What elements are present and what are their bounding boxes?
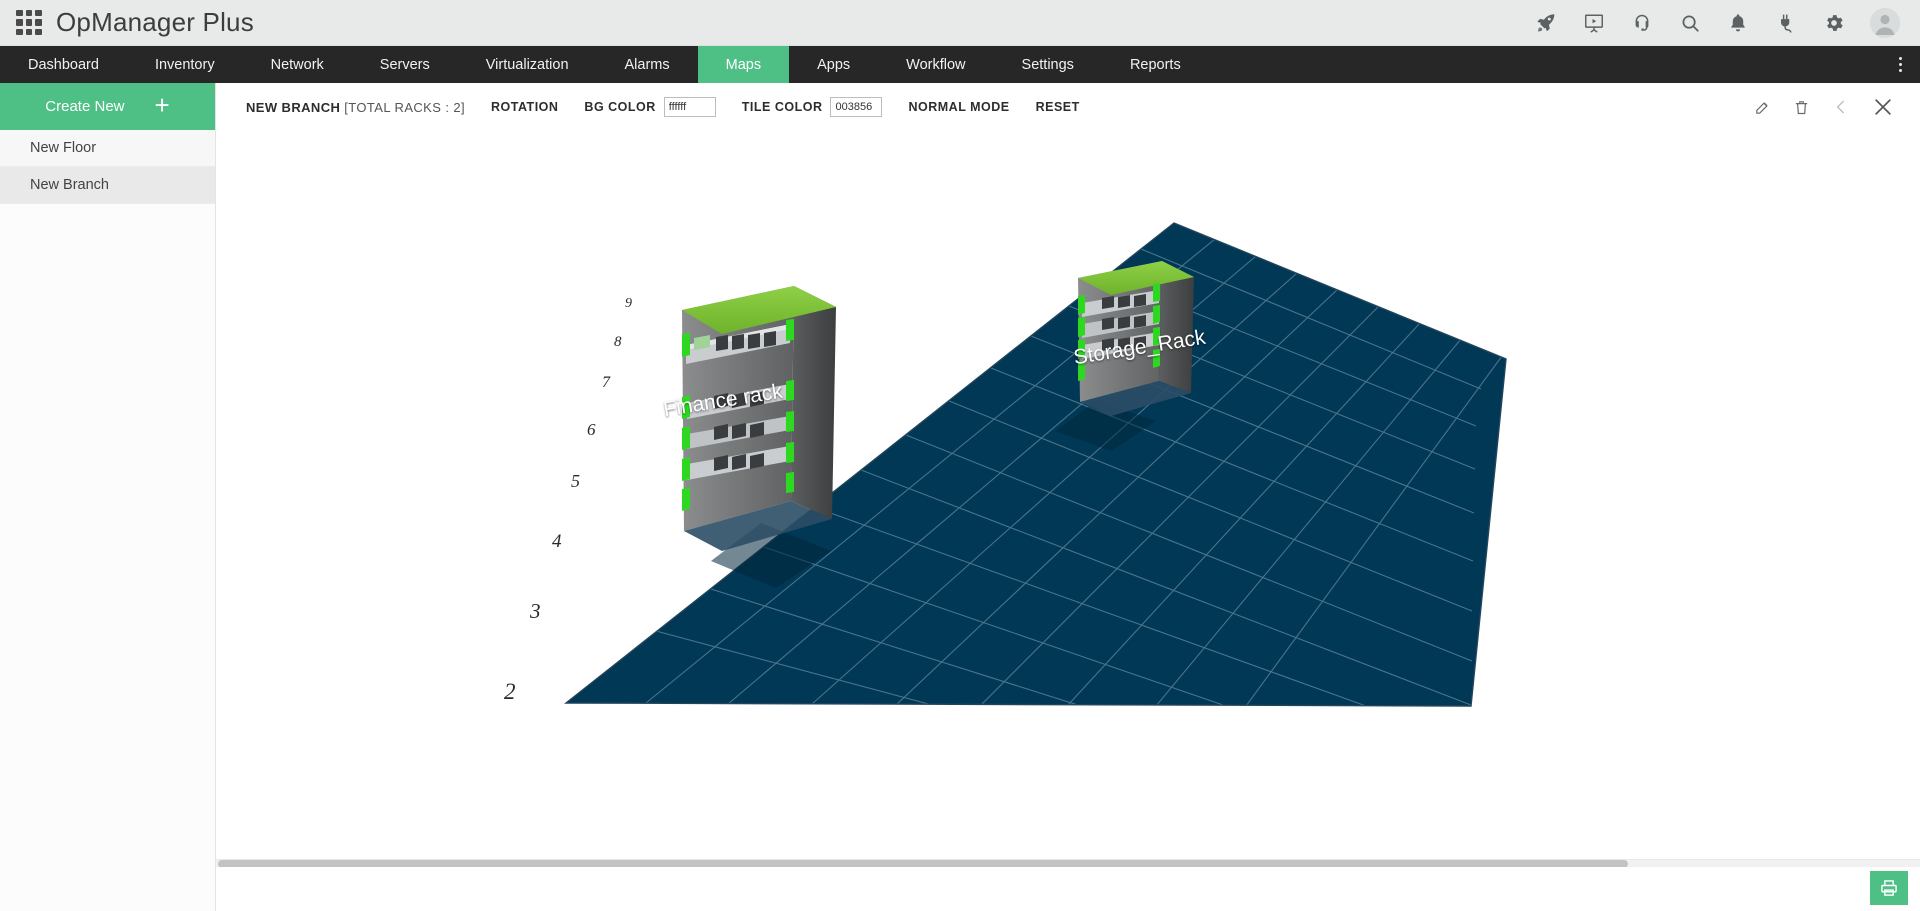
- map-toolbar: NEW BRANCH [TOTAL RACKS : 2] ROTATION BG…: [216, 83, 1920, 131]
- waffle-dot: [26, 29, 33, 36]
- kebab-dot: [1899, 57, 1902, 60]
- chevron-left-icon[interactable]: [1832, 98, 1850, 116]
- more-vertical-icon[interactable]: [1880, 46, 1920, 83]
- nav-item-apps[interactable]: Apps: [789, 46, 878, 83]
- plug-icon[interactable]: [1774, 11, 1798, 35]
- map-title-racks-count: [TOTAL RACKS : 2]: [344, 100, 465, 115]
- toolbar-right-icons: [1754, 96, 1904, 118]
- waffle-dot: [35, 29, 42, 36]
- row-number-8: 8: [614, 334, 622, 351]
- tile-color-label: TILE COLOR: [742, 100, 823, 114]
- floor-plane[interactable]: [216, 131, 1920, 713]
- row-number-3: 3: [530, 599, 541, 624]
- waffle-dot: [16, 19, 23, 26]
- avatar[interactable]: [1870, 8, 1900, 38]
- normal-mode-button[interactable]: NORMAL MODE: [908, 100, 1009, 114]
- top-bar-icons: [1534, 8, 1920, 38]
- main-nav: Dashboard Inventory Network Servers Virt…: [0, 46, 1920, 83]
- rack-side-face: [791, 286, 836, 519]
- nav-item-dashboard[interactable]: Dashboard: [0, 46, 127, 83]
- trash-icon[interactable]: [1793, 99, 1810, 116]
- tile-color-input[interactable]: [830, 97, 882, 117]
- bell-icon[interactable]: [1726, 11, 1750, 35]
- page-body: Create New + New Floor New Branch NEW BR…: [0, 83, 1920, 911]
- gear-icon[interactable]: [1822, 11, 1846, 35]
- close-icon[interactable]: [1872, 96, 1894, 118]
- sidebar-item-label: New Floor: [30, 140, 96, 156]
- plus-icon: +: [155, 92, 170, 118]
- waffle-dot: [16, 10, 23, 17]
- nav-item-alarms[interactable]: Alarms: [597, 46, 698, 83]
- kebab-dot: [1899, 63, 1902, 66]
- map-title: NEW BRANCH [TOTAL RACKS : 2]: [246, 100, 465, 115]
- edit-icon[interactable]: [1754, 99, 1771, 116]
- rocket-icon[interactable]: [1534, 11, 1558, 35]
- rotation-button[interactable]: ROTATION: [491, 100, 558, 114]
- row-number-5: 5: [571, 471, 580, 492]
- waffle-dot: [26, 10, 33, 17]
- top-bar: OpManager Plus: [0, 0, 1920, 46]
- kebab-dot: [1899, 69, 1902, 72]
- nav-item-network[interactable]: Network: [243, 46, 352, 83]
- map-title-name: NEW BRANCH: [246, 100, 340, 115]
- nav-item-reports[interactable]: Reports: [1102, 46, 1209, 83]
- nav-item-servers[interactable]: Servers: [352, 46, 458, 83]
- sidebar-item-label: New Branch: [30, 177, 109, 193]
- app-title: OpManager Plus: [56, 7, 254, 38]
- waffle-dot: [26, 19, 33, 26]
- sidebar-item-new-floor[interactable]: New Floor: [0, 130, 215, 167]
- nav-item-maps[interactable]: Maps: [698, 46, 789, 83]
- nav-item-virtualization[interactable]: Virtualization: [458, 46, 597, 83]
- waffle-dot: [35, 10, 42, 17]
- row-number-2: 2: [504, 679, 516, 705]
- grid-apps-icon[interactable]: [16, 10, 42, 36]
- sidebar: Create New + New Floor New Branch: [0, 83, 216, 911]
- waffle-dot: [35, 19, 42, 26]
- search-icon[interactable]: [1678, 11, 1702, 35]
- nav-item-workflow[interactable]: Workflow: [878, 46, 993, 83]
- nav-item-inventory[interactable]: Inventory: [127, 46, 243, 83]
- create-new-label: Create New: [45, 98, 124, 115]
- row-number-6: 6: [587, 420, 596, 440]
- print-icon[interactable]: [1870, 871, 1908, 905]
- datacenter-3d-view[interactable]: Finance rack Storage_Rack 9 8 7 6 5 4 3 …: [216, 131, 1920, 859]
- presentation-icon[interactable]: [1582, 11, 1606, 35]
- waffle-dot: [16, 29, 23, 36]
- reset-button[interactable]: RESET: [1036, 100, 1080, 114]
- footer-strip: [216, 867, 1920, 911]
- nav-item-settings[interactable]: Settings: [994, 46, 1102, 83]
- row-number-7: 7: [602, 374, 610, 392]
- row-number-4: 4: [552, 531, 562, 553]
- sidebar-item-new-branch[interactable]: New Branch: [0, 167, 215, 204]
- create-new-button[interactable]: Create New +: [0, 83, 215, 130]
- row-number-9: 9: [625, 296, 632, 312]
- content-area: NEW BRANCH [TOTAL RACKS : 2] ROTATION BG…: [216, 83, 1920, 911]
- horizontal-scrollbar[interactable]: [216, 859, 1920, 867]
- headset-icon[interactable]: [1630, 11, 1654, 35]
- bg-color-input[interactable]: [664, 97, 716, 117]
- bg-color-label: BG COLOR: [584, 100, 655, 114]
